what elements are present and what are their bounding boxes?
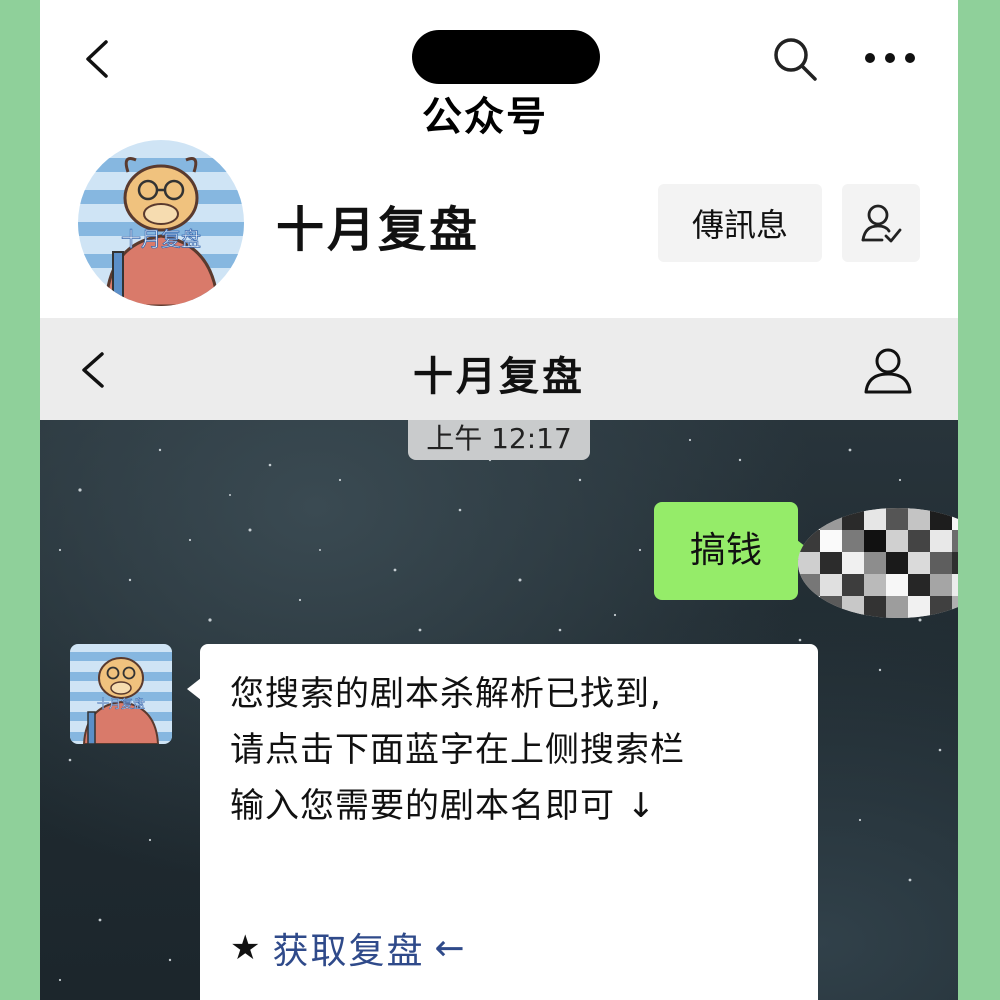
received-message-text: 您搜索的剧本杀解析已找到, 请点击下面蓝字在上侧搜索栏 输入您需要的剧本名即可 …: [230, 666, 800, 834]
account-avatar[interactable]: 十月复盘: [78, 140, 244, 306]
get-review-link-row[interactable]: ★ 获取复盘 ←: [230, 922, 467, 974]
more-dots-icon[interactable]: [860, 36, 920, 80]
account-avatar-small[interactable]: 十月复盘: [70, 644, 172, 744]
message-line-2: 请点击下面蓝字在上侧搜索栏: [230, 730, 685, 770]
message-line-3: 输入您需要的剧本名即可 ↓: [230, 786, 657, 826]
account-type-label: 公众号: [422, 94, 548, 140]
small-avatar-text: 十月复盘: [97, 696, 145, 711]
account-name: 十月复盘: [276, 202, 481, 258]
top-bar: 公众号: [40, 0, 958, 150]
sent-message-bubble[interactable]: 搞钱: [654, 502, 810, 600]
follow-button[interactable]: [842, 184, 920, 262]
chat-area[interactable]: 上午 12:17 搞钱 十月复盘 您搜索的剧本杀解析已找到, 请点击下面蓝字在上…: [40, 420, 958, 1000]
profile-section: 十月复盘 十月复盘 傳訊息: [40, 140, 958, 318]
send-message-button[interactable]: 傳訊息: [658, 184, 822, 262]
chevron-left-icon[interactable]: [76, 36, 122, 82]
star-icon: ★: [230, 928, 261, 968]
phone-screen: 公众号 十月复盘 十月复盘 傳訊息 十月复盘 上午 12:17 搞钱 十月复盘 …: [40, 0, 958, 1000]
get-review-link[interactable]: 获取复盘: [272, 922, 424, 974]
search-icon[interactable]: [770, 34, 820, 84]
message-line-1: 您搜索的剧本杀解析已找到,: [230, 674, 662, 714]
message-timestamp: 上午 12:17: [408, 420, 590, 460]
user-profile-icon[interactable]: [862, 344, 914, 396]
user-check-icon: [861, 204, 902, 243]
avatar-text: 十月复盘: [121, 227, 201, 251]
redacted-title: [412, 30, 600, 84]
chat-header: 十月复盘: [40, 318, 958, 420]
received-message-bubble[interactable]: 您搜索的剧本杀解析已找到, 请点击下面蓝字在上侧搜索栏 输入您需要的剧本名即可 …: [187, 644, 818, 1000]
link-arrow: ←: [434, 927, 467, 969]
chat-title: 十月复盘: [413, 354, 585, 400]
